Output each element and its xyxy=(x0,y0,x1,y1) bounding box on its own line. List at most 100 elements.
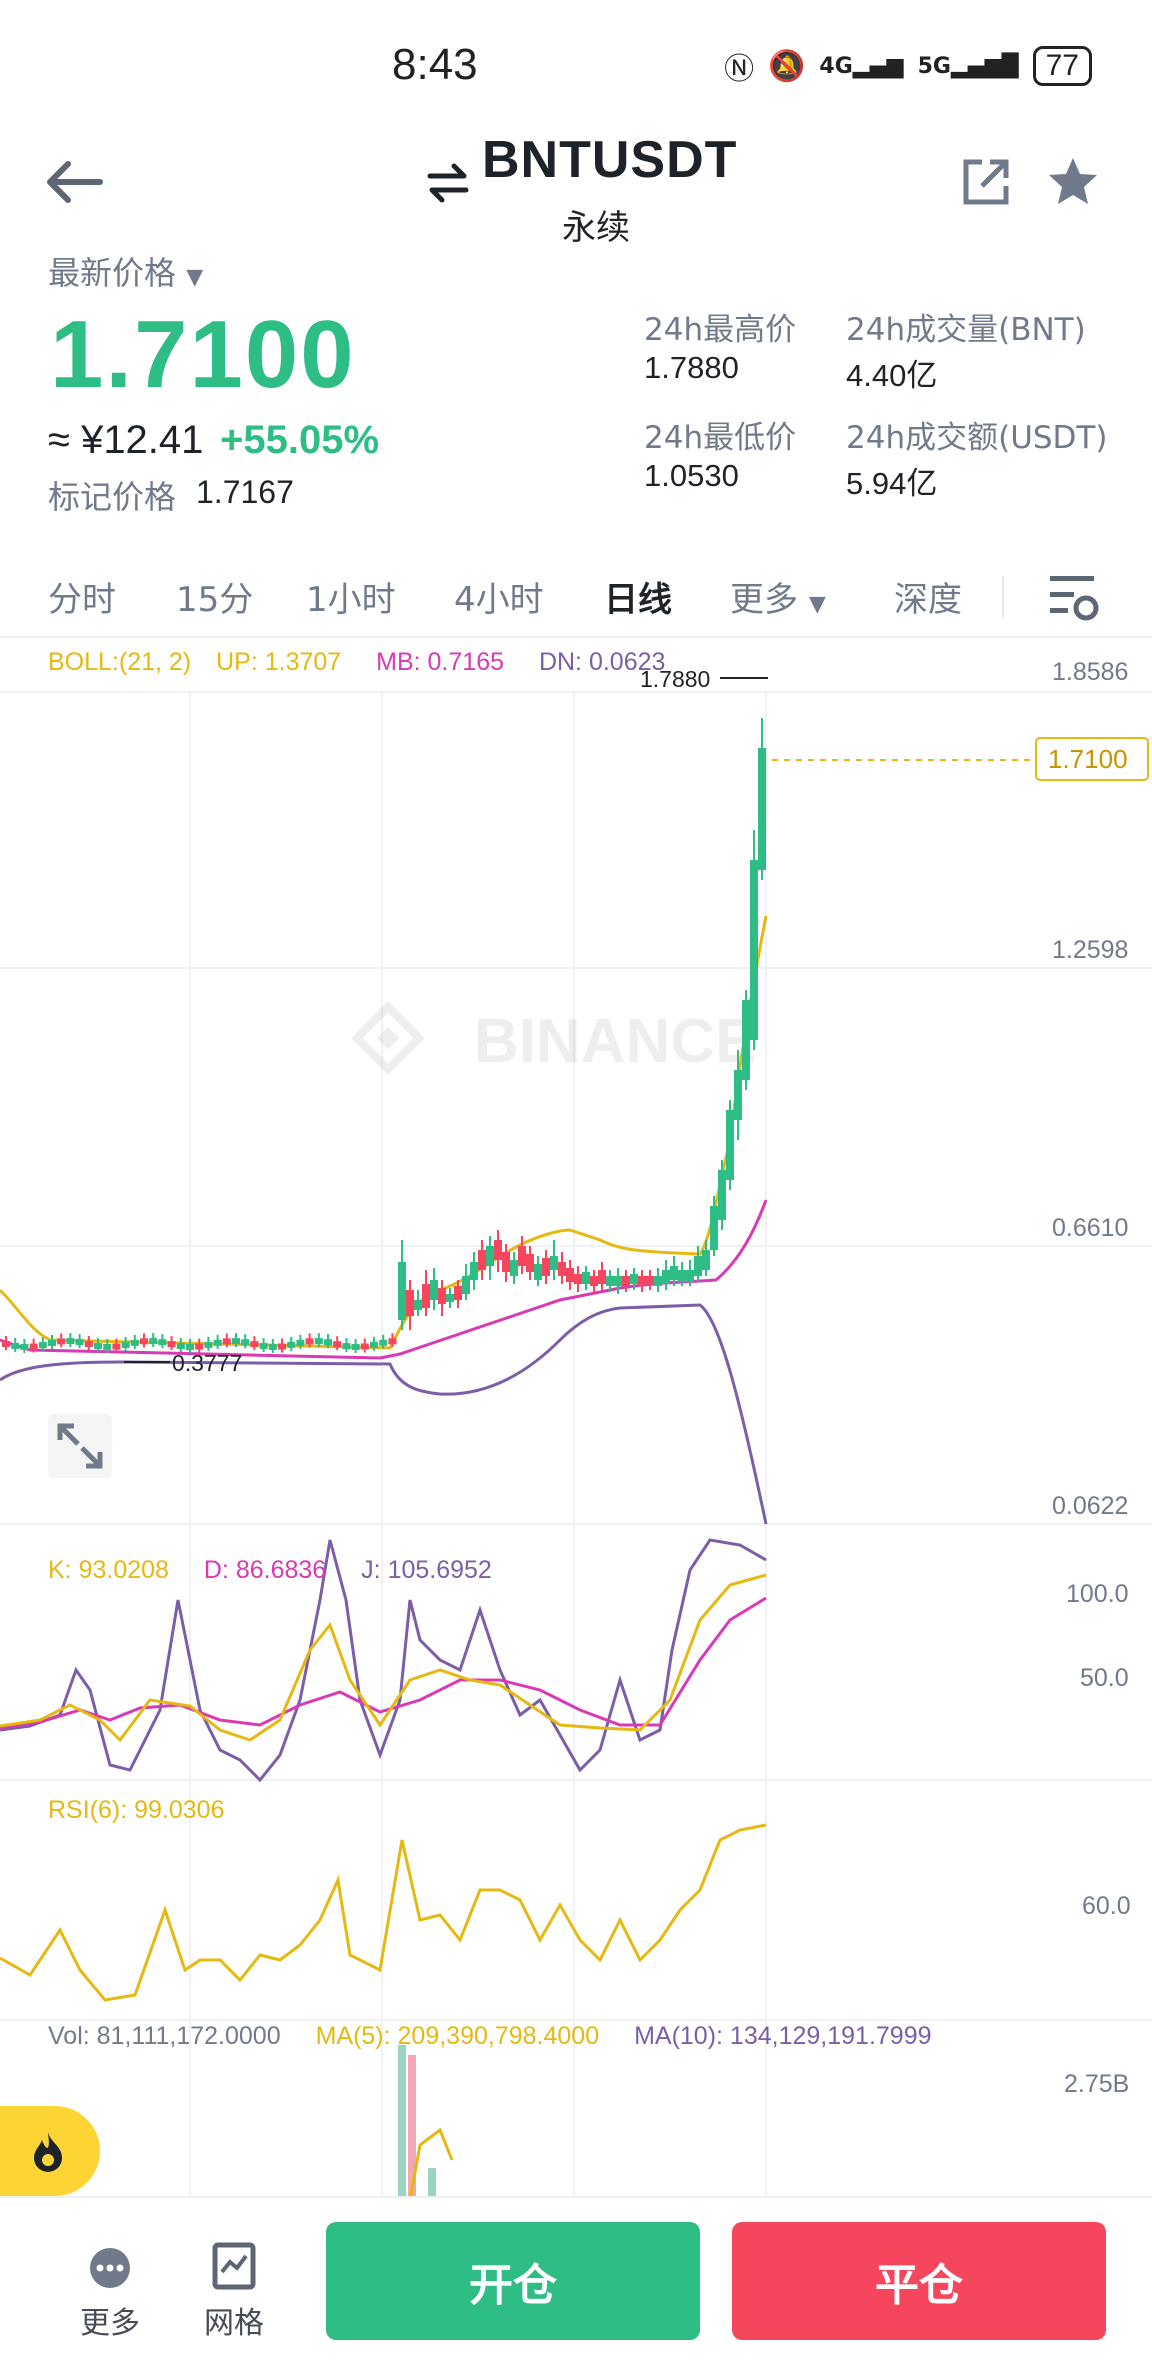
candle-body xyxy=(351,1343,360,1350)
close-position-button[interactable]: 平仓 xyxy=(732,2222,1106,2340)
divider xyxy=(0,2196,1152,2198)
chart-settings-icon[interactable] xyxy=(1046,570,1100,624)
candle-body xyxy=(176,1343,185,1350)
volume-24h-label: 24h成交量(BNT) xyxy=(846,312,1086,348)
kdj-j-value: J: 105.6952 xyxy=(361,1556,492,1584)
volume-value: Vol: 81,111,172.0000 xyxy=(48,2022,281,2050)
candle-body xyxy=(454,1286,462,1300)
candle-body xyxy=(204,1341,213,1348)
candle-body xyxy=(678,1270,686,1282)
candle-body xyxy=(259,1343,268,1350)
candle-body xyxy=(406,1290,414,1316)
candle-body xyxy=(614,1276,622,1286)
rsi-legend: RSI(6): 99.0306 xyxy=(48,1796,225,1824)
tab-4h[interactable]: 4小时 xyxy=(454,572,544,621)
open-position-button[interactable]: 开仓 xyxy=(326,2222,700,2340)
back-arrow-icon[interactable] xyxy=(40,152,110,212)
low-24h-label: 24h最低价 xyxy=(644,420,797,456)
fullscreen-expand-icon[interactable] xyxy=(48,1414,112,1478)
price-axis-label: 1.2598 xyxy=(1052,936,1129,964)
more-button[interactable]: 更多 xyxy=(70,2246,150,2342)
candle-body xyxy=(103,1343,112,1350)
candle-body xyxy=(542,1258,550,1276)
candle-body xyxy=(422,1284,430,1308)
candle-body xyxy=(646,1276,654,1284)
candle-body xyxy=(478,1250,486,1270)
candle-body xyxy=(758,748,766,870)
grid-label: 网格 xyxy=(204,2306,264,2341)
candle-body xyxy=(121,1341,130,1348)
mark-price-label: 标记价格 xyxy=(48,478,177,516)
candle-body xyxy=(222,1338,231,1345)
candle-body xyxy=(213,1339,222,1346)
candle-body xyxy=(342,1343,351,1350)
candle-body xyxy=(94,1342,102,1349)
candle-body xyxy=(130,1339,139,1346)
price-axis-label: 0.0622 xyxy=(1052,1492,1129,1520)
candle-body xyxy=(388,1338,397,1345)
share-icon[interactable] xyxy=(960,156,1012,208)
candle-body xyxy=(48,1339,56,1346)
svg-text:1.7880: 1.7880 xyxy=(640,666,710,692)
candle-body xyxy=(494,1240,502,1260)
signal-5g-icon: 5G▂▄▆█ xyxy=(917,53,1019,79)
candle-body xyxy=(360,1343,369,1350)
candle-body xyxy=(241,1339,250,1346)
candle-body xyxy=(662,1270,670,1284)
candle-body xyxy=(742,1000,750,1080)
grid-chart-icon xyxy=(212,2242,256,2290)
candle-body xyxy=(84,1341,93,1348)
candle-body xyxy=(305,1338,314,1345)
tab-1h[interactable]: 1小时 xyxy=(306,572,396,621)
volume-ma5: MA(5): 209,390,798.4000 xyxy=(315,2022,600,2050)
candle-body xyxy=(278,1343,286,1350)
candle-body xyxy=(333,1341,342,1348)
svg-text:0.3777: 0.3777 xyxy=(172,1350,242,1376)
high-24h-value: 1.7880 xyxy=(644,350,739,385)
kdj-d-value: D: 86.6836 xyxy=(203,1556,327,1584)
svg-text:BINANCE: BINANCE xyxy=(474,1007,756,1076)
candle-body xyxy=(486,1246,494,1266)
candle-body xyxy=(630,1274,638,1284)
candle-body xyxy=(638,1276,646,1286)
candle-body xyxy=(11,1342,20,1349)
candle-body xyxy=(718,1170,726,1220)
signal-4g-icon: 4G▂▄▆ xyxy=(819,53,904,79)
hot-float-button[interactable] xyxy=(0,2106,100,2196)
caret-down-icon: ▼ xyxy=(808,592,826,617)
candle-body xyxy=(510,1260,518,1276)
flame-icon xyxy=(34,2132,62,2172)
tab-depth[interactable]: 深度 xyxy=(894,572,962,621)
symbol-selector[interactable]: BNTUSDT 永续 xyxy=(420,130,750,250)
candle-body xyxy=(446,1294,454,1302)
tab-daily[interactable]: 日线 xyxy=(604,572,672,621)
candle-body xyxy=(686,1270,694,1282)
favorite-star-icon[interactable] xyxy=(1045,154,1101,210)
candle-body xyxy=(566,1268,574,1282)
candle-body xyxy=(598,1270,606,1284)
candle-body xyxy=(702,1250,710,1270)
low-24h-value: 1.0530 xyxy=(644,458,739,493)
caret-down-icon: ▼ xyxy=(186,265,204,290)
candle-body xyxy=(232,1338,240,1345)
tab-time-share[interactable]: 分时 xyxy=(48,572,116,621)
amount-24h-label: 24h成交额(USDT) xyxy=(846,420,1108,456)
candle-body xyxy=(470,1262,478,1280)
more-dots-icon xyxy=(90,2248,130,2288)
candle-body xyxy=(430,1280,438,1300)
candle-body xyxy=(140,1338,148,1345)
tab-more[interactable]: 更多 ▼ xyxy=(730,572,826,621)
tab-15m[interactable]: 15分 xyxy=(176,572,253,621)
price-type-selector[interactable]: 最新价格 ▼ xyxy=(48,248,203,294)
candle-body xyxy=(29,1343,38,1350)
kline-chart[interactable]: BINANCE 1.7880 0.3777 1.7100 xyxy=(0,640,1152,2200)
contract-type: 永续 xyxy=(562,208,630,248)
candle-body xyxy=(314,1338,323,1345)
candle-body xyxy=(370,1341,378,1348)
mute-bell-icon: 🔕 xyxy=(768,48,806,84)
candle-body xyxy=(112,1343,121,1350)
volume-legend: Vol: 81,111,172.0000 MA(5): 209,390,798.… xyxy=(48,2022,932,2051)
grid-trading-button[interactable]: 网格 xyxy=(194,2242,274,2342)
status-bar: 8:43 Ⓝ 🔕 4G▂▄▆ 5G▂▄▆█ 77 xyxy=(0,0,1152,130)
candle-body xyxy=(670,1266,678,1280)
